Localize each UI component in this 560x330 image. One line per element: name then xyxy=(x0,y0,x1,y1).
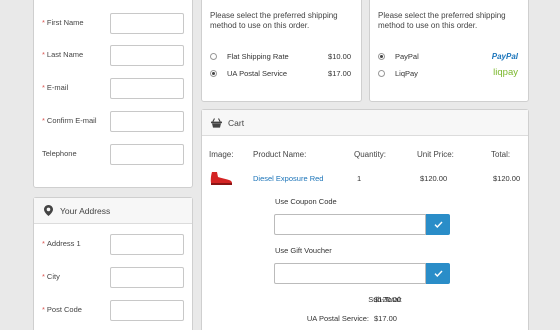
payment-option-liqpay[interactable]: LiqPay liqpay xyxy=(378,67,518,80)
address1-label: * Address 1 xyxy=(42,239,81,248)
cart-panel-title: Cart xyxy=(228,117,245,128)
last-name-label: * Last Name xyxy=(42,50,84,59)
address-panel-header: Your Address xyxy=(34,198,192,224)
telephone-row: Telephone xyxy=(42,144,184,166)
gift-voucher-label: Use Gift Voucher xyxy=(275,246,332,255)
cart-panel-header: Cart xyxy=(202,110,528,136)
post-code-input[interactable] xyxy=(110,300,184,321)
payment-method-panel: Please select the preferred shipping met… xyxy=(369,0,529,102)
address1-row: * Address 1 xyxy=(42,234,184,256)
gift-voucher-input[interactable] xyxy=(274,263,426,284)
email-row: * E-mail xyxy=(42,78,184,100)
city-row: * City xyxy=(42,267,184,289)
cart-panel: Cart Image: Product Name: Quantity: Unit… xyxy=(201,109,529,330)
shipping-flat-label: Flat Shipping Rate xyxy=(227,52,289,61)
last-name-input[interactable] xyxy=(110,45,184,66)
telephone-label: Telephone xyxy=(42,149,77,158)
cart-col-unit-price: Unit Price: xyxy=(417,150,454,159)
cart-col-product-name: Product Name: xyxy=(253,150,307,159)
confirm-email-row: * Confirm E-mail xyxy=(42,111,184,133)
post-code-label: * Post Code xyxy=(42,305,82,314)
cart-product-unit-price: $120.00 xyxy=(420,174,448,183)
shipping-flat-radio[interactable] xyxy=(210,53,217,60)
cart-product-link[interactable]: Diesel Exposure Red xyxy=(253,174,323,183)
address1-input[interactable] xyxy=(110,234,184,255)
payment-paypal-radio[interactable] xyxy=(378,53,385,60)
cart-product-total: $120.00 xyxy=(493,174,521,183)
shipping-flat-price: $10.00 xyxy=(328,52,351,61)
email-label: * E-mail xyxy=(42,83,69,92)
first-name-input[interactable] xyxy=(110,13,184,34)
shopping-basket-icon xyxy=(210,117,222,129)
shipping-ua-postal-radio[interactable] xyxy=(210,70,217,77)
post-code-row: * Post Code xyxy=(42,300,184,322)
payment-paypal-label: PayPal xyxy=(395,52,419,61)
shipping-ua-postal-label: UA Postal Service xyxy=(227,69,288,78)
address-panel: Your Address * Address 1 * City * Post Code xyxy=(33,197,193,330)
cart-col-quantity: Quantity: xyxy=(354,150,387,159)
payment-liqpay-radio[interactable] xyxy=(378,70,385,77)
red-shoe-icon xyxy=(210,172,232,185)
shipping-option-ua-postal[interactable]: UA Postal Service $17.00 xyxy=(210,68,351,80)
payment-option-paypal[interactable]: PayPal PayPal xyxy=(378,51,518,63)
map-marker-icon xyxy=(42,205,54,217)
email-input[interactable] xyxy=(110,78,184,99)
shipping-intro-text: Please select the preferred shipping met… xyxy=(210,11,338,30)
address-panel-title: Your Address xyxy=(60,205,111,216)
payment-intro-text: Please select the preferred shipping met… xyxy=(378,11,506,30)
coupon-code-input[interactable] xyxy=(274,214,426,235)
liqpay-logo-icon: liqpay xyxy=(493,67,518,78)
shipping-ua-postal-price: $17.00 xyxy=(328,69,351,78)
city-label: * City xyxy=(42,272,60,281)
product-thumbnail[interactable] xyxy=(209,170,233,186)
first-name-label: * First Name xyxy=(42,18,84,27)
confirm-email-label: * Confirm E-mail xyxy=(42,116,97,125)
city-input[interactable] xyxy=(110,267,184,288)
first-name-row: * First Name xyxy=(42,13,184,35)
telephone-input[interactable] xyxy=(110,144,184,165)
confirm-email-input[interactable] xyxy=(110,111,184,132)
subtotal-value: $120.00 xyxy=(374,295,402,304)
apply-voucher-button[interactable] xyxy=(426,263,450,284)
personal-details-panel: * First Name * Last Name * E-mail * Confirm … xyxy=(33,0,193,188)
shipping-method-panel: Please select the preferred shipping met… xyxy=(201,0,362,102)
shipping-total-label: UA Postal Service: xyxy=(306,314,369,323)
cart-product-quantity: 1 xyxy=(357,174,362,183)
checkmark-icon xyxy=(433,270,443,277)
shipping-total-value: $17.00 xyxy=(374,314,397,323)
payment-liqpay-label: LiqPay xyxy=(395,69,418,78)
shipping-option-flat[interactable]: Flat Shipping Rate $10.00 xyxy=(210,51,351,63)
cart-col-image: Image: xyxy=(209,150,234,159)
cart-col-total: Total: xyxy=(491,150,511,159)
last-name-row: * Last Name xyxy=(42,45,184,67)
checkmark-icon xyxy=(433,221,443,228)
coupon-code-label: Use Coupon Code xyxy=(275,197,337,206)
apply-coupon-button[interactable] xyxy=(426,214,450,235)
paypal-logo-icon: PayPal xyxy=(491,52,518,61)
